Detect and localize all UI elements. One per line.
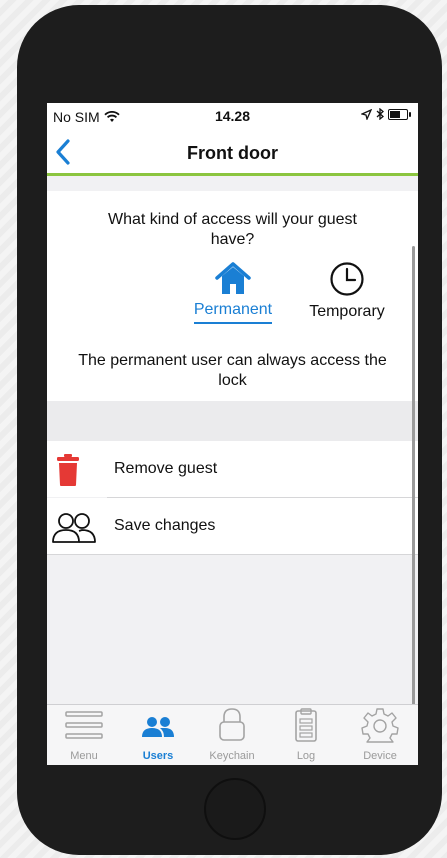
tab-users[interactable]: Users (121, 705, 195, 765)
trash-icon (57, 454, 79, 486)
option-temporary-label: Temporary (309, 303, 385, 320)
tab-log-label: Log (296, 750, 316, 762)
gear-icon (361, 708, 399, 743)
location-arrow-icon (361, 108, 372, 120)
tab-log[interactable]: Log (269, 705, 343, 765)
tab-device[interactable]: Device (343, 705, 417, 765)
remove-guest-label: Remove guest (114, 460, 218, 477)
access-type-section: What kind of access will your guest have… (47, 191, 418, 401)
home-button[interactable] (204, 778, 266, 840)
tab-menu[interactable]: Menu (47, 705, 121, 765)
scrollbar[interactable] (412, 246, 415, 706)
bluetooth-icon (376, 108, 384, 120)
users-icon (142, 717, 174, 737)
tab-menu-label: Menu (70, 750, 98, 762)
status-bar: No SIM 14.28 (47, 103, 418, 131)
status-icons (361, 108, 411, 120)
navigation-bar: Front door (47, 131, 418, 176)
clock-icon (330, 262, 364, 296)
menu-icon (65, 711, 103, 739)
row-divider (47, 554, 418, 555)
padlock-icon (219, 708, 245, 741)
access-description: The permanent user can always access the… (78, 352, 387, 389)
option-permanent[interactable]: Permanent (187, 261, 279, 324)
remove-guest-button[interactable]: Remove guest (47, 441, 418, 497)
tab-users-label: Users (142, 750, 174, 762)
save-changes-button[interactable]: Save changes (47, 498, 418, 554)
house-icon (215, 262, 251, 294)
tab-device-label: Device (363, 750, 397, 762)
tab-keychain[interactable]: Keychain (195, 705, 269, 765)
page-title: Front door (187, 143, 278, 163)
save-changes-label: Save changes (114, 517, 216, 534)
tab-bar: Menu Users Keychain Log Device (47, 704, 418, 765)
access-question: What kind of access will your guest have… (108, 211, 357, 248)
clipboard-icon (295, 708, 317, 742)
tab-keychain-label: Keychain (209, 750, 255, 762)
users-icon (52, 513, 96, 543)
battery-icon (388, 108, 411, 120)
section-spacer (47, 401, 418, 441)
option-temporary[interactable]: Temporary (297, 261, 397, 324)
section-spacer (47, 176, 418, 191)
app-screen: No SIM 14.28 Front door What kind of acc… (47, 103, 418, 765)
option-permanent-label: Permanent (193, 301, 273, 324)
